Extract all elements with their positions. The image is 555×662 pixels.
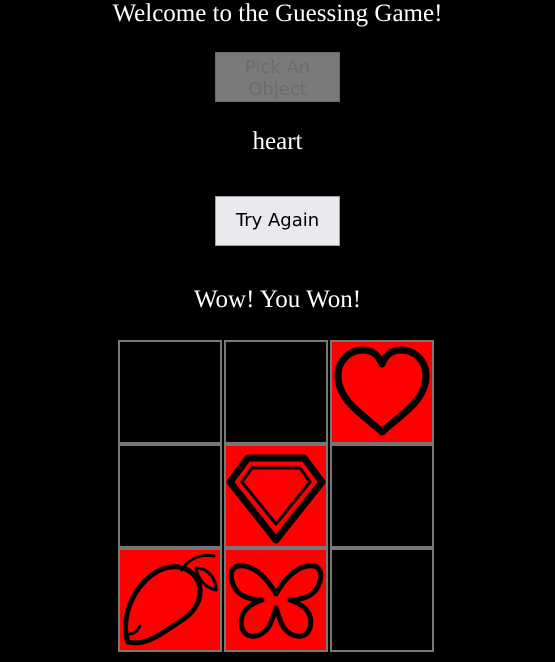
mango-icon	[123, 553, 218, 646]
grid-cell-3[interactable]	[330, 340, 434, 444]
grid-cell-1[interactable]	[118, 340, 222, 444]
grid-cell-4[interactable]	[118, 444, 222, 548]
try-again-button[interactable]: Try Again	[215, 196, 340, 246]
page-title: Welcome to the Guessing Game!	[112, 0, 443, 27]
grid-cell-2[interactable]	[224, 340, 328, 444]
grid-cell-9[interactable]	[330, 548, 434, 652]
diamond-icon	[226, 454, 326, 544]
result-message: Wow! You Won!	[193, 286, 362, 313]
butterfly-icon	[228, 563, 324, 639]
game-page: Welcome to the Guessing Game! Pick An Ob…	[0, 0, 555, 662]
selected-object-label: heart	[252, 128, 303, 155]
grid-cell-8[interactable]	[224, 548, 328, 652]
grid-cell-6[interactable]	[330, 444, 434, 548]
heart-icon	[334, 346, 430, 436]
pick-object-button[interactable]: Pick An Object	[215, 52, 340, 102]
grid-cell-5[interactable]	[224, 444, 328, 548]
tile-grid	[118, 340, 436, 652]
grid-cell-7[interactable]	[118, 548, 222, 652]
